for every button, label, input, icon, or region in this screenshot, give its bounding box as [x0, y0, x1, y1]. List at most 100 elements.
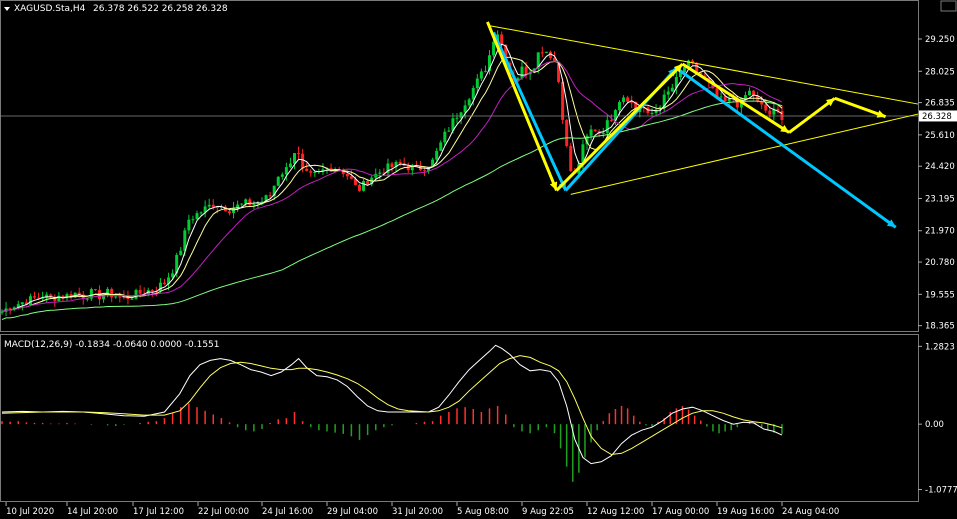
macd-tick-label: -1.0777	[925, 486, 957, 496]
candle-body	[199, 212, 203, 214]
candle-body	[398, 161, 402, 164]
chart-ohlc: 26.378 26.522 26.258 26.328	[93, 4, 228, 14]
time-tick-label: 31 Jul 20:00	[392, 507, 443, 517]
candle-body	[471, 88, 475, 100]
candle-body	[455, 117, 459, 119]
candle-body	[593, 129, 597, 132]
candle-body	[130, 298, 134, 300]
candle-body	[268, 195, 272, 197]
candle-body	[187, 219, 191, 231]
candle-body	[727, 98, 731, 102]
candle-body	[305, 168, 309, 172]
price-tick-label: 24.420	[925, 162, 955, 172]
candle-body	[240, 203, 244, 205]
candle-body	[589, 129, 593, 136]
candle-body	[622, 97, 626, 103]
candle-body	[93, 289, 97, 291]
candle-body	[358, 184, 361, 191]
candle-body	[748, 90, 751, 96]
yellow-arrow-up	[555, 62, 684, 192]
candle-body	[447, 130, 451, 132]
candle-body	[288, 163, 292, 168]
candle-body	[626, 97, 630, 102]
time-axis: 10 Jul 2020 14 Jul 20:00 17 Jul 12:00 22 Ju…	[5, 502, 839, 517]
candle-body	[439, 142, 443, 151]
candle-body	[33, 296, 36, 298]
candle-body	[540, 52, 544, 54]
price-axis: 29.250 28.025 26.835 25.610 24.420 23.195 21.9…	[918, 35, 955, 332]
time-tick-label: 24 Aug 04:00	[782, 507, 839, 517]
candle-body	[654, 109, 658, 113]
price-tick-label: 29.250	[925, 35, 955, 45]
price-tick-label: 25.610	[925, 131, 955, 141]
candle-body	[479, 71, 483, 79]
dropdown-triangle-icon[interactable]	[4, 7, 10, 11]
candle-body	[211, 204, 215, 207]
chart-symbol: XAGUSD.Sta,H4	[14, 4, 86, 14]
candle-body	[463, 105, 467, 113]
macd-layer	[1, 344, 783, 482]
yellow-arrow-bounce	[788, 97, 836, 134]
candle-body	[719, 96, 723, 98]
window-corner-button[interactable]	[940, 0, 957, 12]
macd-tick-label: 0.00	[925, 420, 944, 430]
candle-body	[366, 180, 370, 185]
candle-body	[280, 174, 284, 177]
candle-body	[297, 153, 301, 155]
candle-body	[57, 295, 61, 301]
candle-body	[467, 99, 471, 106]
time-tick-label: 29 Jul 04:00	[327, 507, 378, 517]
time-tick-label: 17 Jul 12:00	[133, 507, 184, 517]
candle-body	[601, 132, 605, 134]
candle-body	[244, 199, 248, 204]
candle-body	[362, 180, 366, 191]
price-tick-label: 23.195	[925, 194, 955, 204]
candle-body	[524, 66, 528, 75]
candle-body	[134, 289, 138, 299]
candle-body	[475, 78, 479, 89]
ma-long-line	[1, 100, 783, 321]
candle-body	[605, 120, 609, 133]
candle-body	[483, 70, 487, 72]
svg-text:26.328: 26.328	[922, 112, 952, 122]
time-tick-label: 24 Jul 16:00	[262, 507, 313, 517]
candle-body	[284, 167, 288, 175]
candle-body	[20, 302, 24, 305]
time-tick-label: 10 Jul 2020	[6, 507, 54, 517]
candle-body	[293, 153, 296, 164]
candle-body	[390, 163, 394, 168]
current-price-tag: 26.328	[919, 110, 957, 122]
candle-body	[723, 96, 727, 102]
upper-trendline	[490, 25, 919, 105]
price-tick-label: 19.555	[925, 290, 955, 300]
candle-body	[118, 296, 122, 298]
macd-main-line	[1, 344, 783, 465]
time-tick-label: 12 Aug 12:00	[587, 507, 644, 517]
candle-body	[423, 170, 426, 172]
candle-body	[743, 95, 747, 99]
price-tick-label: 18.365	[925, 322, 955, 332]
candle-body	[345, 173, 349, 177]
price-panel-frame	[0, 0, 919, 332]
chart-svg[interactable]: XAGUSD.Sta,H4 26.378 26.522 26.258 26.32…	[0, 0, 957, 519]
candle-body	[276, 176, 280, 186]
macd-tick-label: 1.2823	[925, 342, 955, 352]
time-tick-label: 19 Aug 16:00	[717, 507, 774, 517]
candle-body	[28, 296, 32, 305]
time-tick-label: 22 Jul 00:00	[198, 507, 249, 517]
candle-body	[443, 131, 447, 143]
price-tick-label: 28.025	[925, 67, 955, 77]
candle-body	[670, 87, 674, 92]
time-tick-label: 9 Aug 22:05	[522, 507, 574, 517]
candle-body	[301, 153, 305, 169]
time-tick-label: 14 Jul 20:00	[67, 507, 118, 517]
macd-signal-line	[1, 355, 783, 456]
price-tick-label: 26.835	[925, 99, 955, 109]
candle-body	[500, 34, 504, 45]
candle-body	[406, 165, 410, 171]
candle-body	[195, 213, 199, 220]
candle-body	[565, 119, 569, 146]
candle-body	[609, 120, 613, 122]
candle-body	[349, 176, 353, 179]
candle-body	[150, 290, 154, 292]
